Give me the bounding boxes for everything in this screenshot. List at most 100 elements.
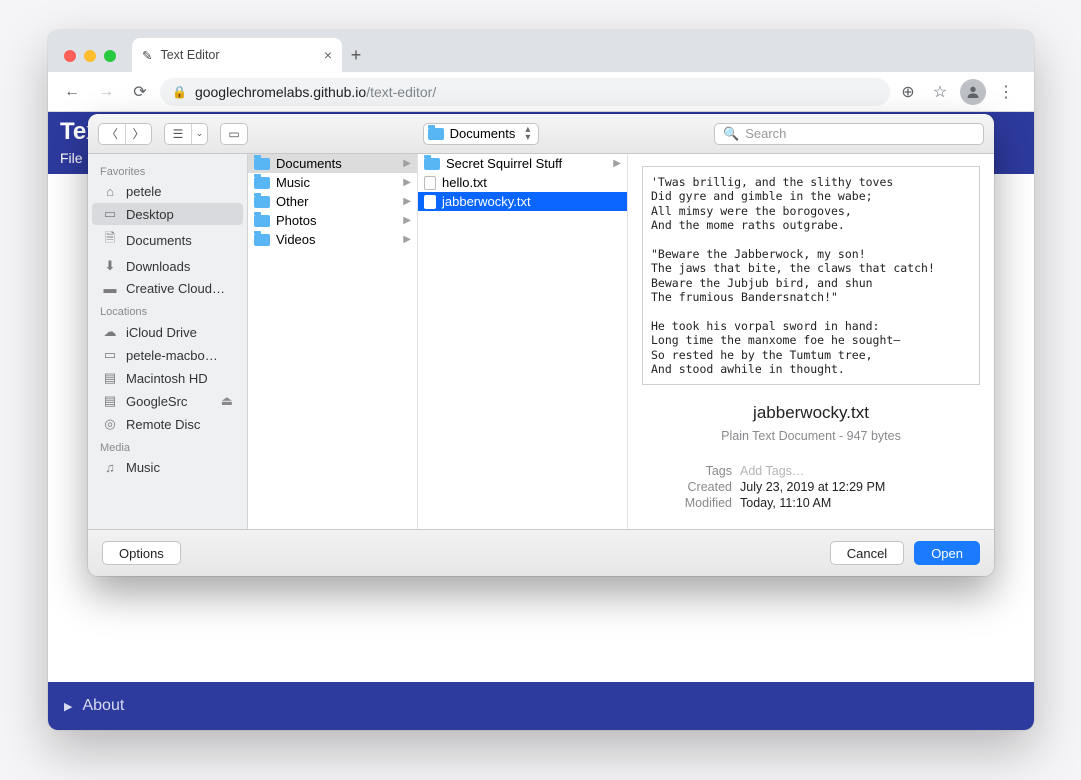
sidebar-item-desktop[interactable]: ▭Desktop — [92, 203, 243, 225]
chevron-right-icon: ▶ — [403, 196, 411, 207]
browser-tab[interactable]: ✎ Text Editor × — [132, 38, 342, 72]
file-hello-txt[interactable]: hello.txt — [418, 173, 627, 192]
kebab-menu-icon[interactable]: ⋮ — [994, 82, 1018, 102]
dialog-footer: Options Cancel Open — [88, 530, 994, 576]
folder-photos[interactable]: Photos▶ — [248, 211, 417, 230]
cancel-button[interactable]: Cancel — [830, 541, 904, 565]
omnibox[interactable]: 🔒 googlechromelabs.github.io/text-editor… — [160, 78, 890, 106]
folder-music[interactable]: Music▶ — [248, 173, 417, 192]
search-field[interactable]: 🔍 Search — [714, 123, 984, 145]
url-host: googlechromelabs.github.io — [195, 84, 366, 100]
reload-button[interactable]: ⟳ — [126, 78, 154, 106]
disk-icon: ▤ — [102, 393, 118, 409]
preview-kind: Plain Text Document - 947 bytes — [642, 429, 980, 443]
app-viewport: Tex File 〈 〉 ☰ ⌄ ▭ Documents ▴▾ — [48, 112, 1034, 730]
lock-icon: 🔒 — [172, 85, 187, 99]
sidebar: Favorites ⌂petele ▭Desktop 🗎Documents ⬇D… — [88, 154, 248, 529]
window-controls — [58, 50, 126, 72]
folder-icon — [254, 177, 270, 189]
updown-icon: ▴▾ — [525, 126, 530, 142]
sidebar-item-icloud[interactable]: ☁iCloud Drive — [92, 321, 243, 343]
chevron-right-icon: ▶ — [403, 234, 411, 245]
forward-button[interactable]: → — [92, 78, 120, 106]
dialog-body: Favorites ⌂petele ▭Desktop 🗎Documents ⬇D… — [88, 154, 994, 530]
file-jabberwocky-txt[interactable]: jabberwocky.txt — [418, 192, 627, 211]
cloud-icon: ☁ — [102, 324, 118, 340]
modified-value: Today, 11:10 AM — [740, 496, 831, 510]
folder-icon — [424, 158, 440, 170]
tab-strip: ✎ Text Editor × + — [48, 30, 1034, 72]
search-placeholder: Search — [745, 126, 786, 141]
disc-icon: ◎ — [102, 416, 118, 432]
preview-filename: jabberwocky.txt — [642, 403, 980, 423]
search-icon: 🔍 — [723, 126, 739, 142]
close-tab-icon[interactable]: × — [324, 47, 332, 63]
column-1: Documents▶ Music▶ Other▶ Photos▶ Videos▶ — [248, 154, 418, 529]
sidebar-item-googlesrc[interactable]: ▤GoogleSrc⏏ — [92, 390, 243, 412]
sidebar-item-creative-cloud[interactable]: ▬Creative Cloud… — [92, 278, 243, 299]
address-bar: ← → ⟳ 🔒 googlechromelabs.github.io/text-… — [48, 72, 1034, 112]
file-icon — [424, 195, 436, 209]
download-icon: ⬇ — [102, 258, 118, 274]
document-icon: 🗎 — [102, 229, 118, 251]
sidebar-item-remote-disc[interactable]: ◎Remote Disc — [92, 413, 243, 435]
preview-pane: 'Twas brillig, and the slithy toves Did … — [628, 154, 994, 529]
chevron-right-icon: ▶ — [403, 215, 411, 226]
column-view-icon[interactable]: ☰ — [165, 124, 191, 144]
created-value: July 23, 2019 at 12:29 PM — [740, 480, 885, 494]
folder-documents[interactable]: Documents▶ — [248, 154, 417, 173]
bookmark-star-icon[interactable]: ☆ — [928, 82, 952, 102]
group-button[interactable]: ▭ — [220, 123, 248, 145]
column-browser: Documents▶ Music▶ Other▶ Photos▶ Videos▶… — [248, 154, 994, 529]
nav-forward-button[interactable]: 〉 — [125, 124, 151, 144]
folder-icon — [254, 196, 270, 208]
tags-field[interactable]: Add Tags… — [740, 464, 804, 478]
sidebar-item-macintosh-hd[interactable]: ▤Macintosh HD — [92, 367, 243, 389]
install-app-icon[interactable]: ⊕ — [896, 82, 920, 102]
eject-icon[interactable]: ⏏ — [221, 393, 233, 409]
folder-secret-squirrel[interactable]: Secret Squirrel Stuff▶ — [418, 154, 627, 173]
chevron-right-icon: ▶ — [403, 177, 411, 188]
browser-window: ✎ Text Editor × + ← → ⟳ 🔒 googlechromela… — [48, 30, 1034, 730]
location-label: Documents — [450, 126, 516, 141]
sidebar-item-downloads[interactable]: ⬇Downloads — [92, 255, 243, 277]
home-icon: ⌂ — [102, 184, 118, 199]
disk-icon: ▤ — [102, 370, 118, 386]
new-tab-button[interactable]: + — [342, 45, 370, 72]
created-label: Created — [642, 480, 732, 494]
sidebar-item-music[interactable]: ♫Music — [92, 457, 243, 478]
music-icon: ♫ — [102, 460, 118, 475]
maximize-window-button[interactable] — [104, 50, 116, 62]
folder-other[interactable]: Other▶ — [248, 192, 417, 211]
folder-icon — [428, 128, 444, 140]
column-2: Secret Squirrel Stuff▶ hello.txt jabberw… — [418, 154, 628, 529]
pencil-icon: ✎ — [142, 48, 152, 63]
nav-back-button[interactable]: 〈 — [99, 124, 125, 144]
back-button[interactable]: ← — [58, 78, 86, 106]
close-window-button[interactable] — [64, 50, 76, 62]
open-button[interactable]: Open — [914, 541, 980, 565]
folder-videos[interactable]: Videos▶ — [248, 230, 417, 249]
chevron-right-icon: ▶ — [403, 158, 411, 169]
minimize-window-button[interactable] — [84, 50, 96, 62]
file-icon — [424, 176, 436, 190]
sidebar-item-documents[interactable]: 🗎Documents — [92, 226, 243, 254]
favorites-heading: Favorites — [88, 160, 247, 180]
app-footer[interactable]: ▶ About — [48, 682, 1034, 730]
dialog-toolbar: 〈 〉 ☰ ⌄ ▭ Documents ▴▾ 🔍 Search — [88, 114, 994, 154]
group-icon[interactable]: ▭ — [221, 124, 247, 144]
options-button[interactable]: Options — [102, 541, 181, 565]
desktop-icon: ▭ — [102, 206, 118, 222]
tags-label: Tags — [642, 464, 732, 478]
sidebar-item-petele[interactable]: ⌂petele — [92, 181, 243, 202]
sidebar-item-macbook[interactable]: ▭petele-macbo… — [92, 344, 243, 366]
view-dropdown-icon[interactable]: ⌄ — [191, 124, 207, 144]
folder-icon — [254, 158, 270, 170]
preview-metadata: Tags Add Tags… Created July 23, 2019 at 12… — [642, 463, 980, 511]
nav-back-forward: 〈 〉 — [98, 123, 152, 145]
view-switcher[interactable]: ☰ ⌄ — [164, 123, 208, 145]
profile-avatar[interactable] — [960, 79, 986, 105]
folder-icon — [254, 215, 270, 227]
location-popup[interactable]: Documents ▴▾ — [423, 123, 540, 145]
chevron-right-icon: ▶ — [613, 158, 621, 169]
